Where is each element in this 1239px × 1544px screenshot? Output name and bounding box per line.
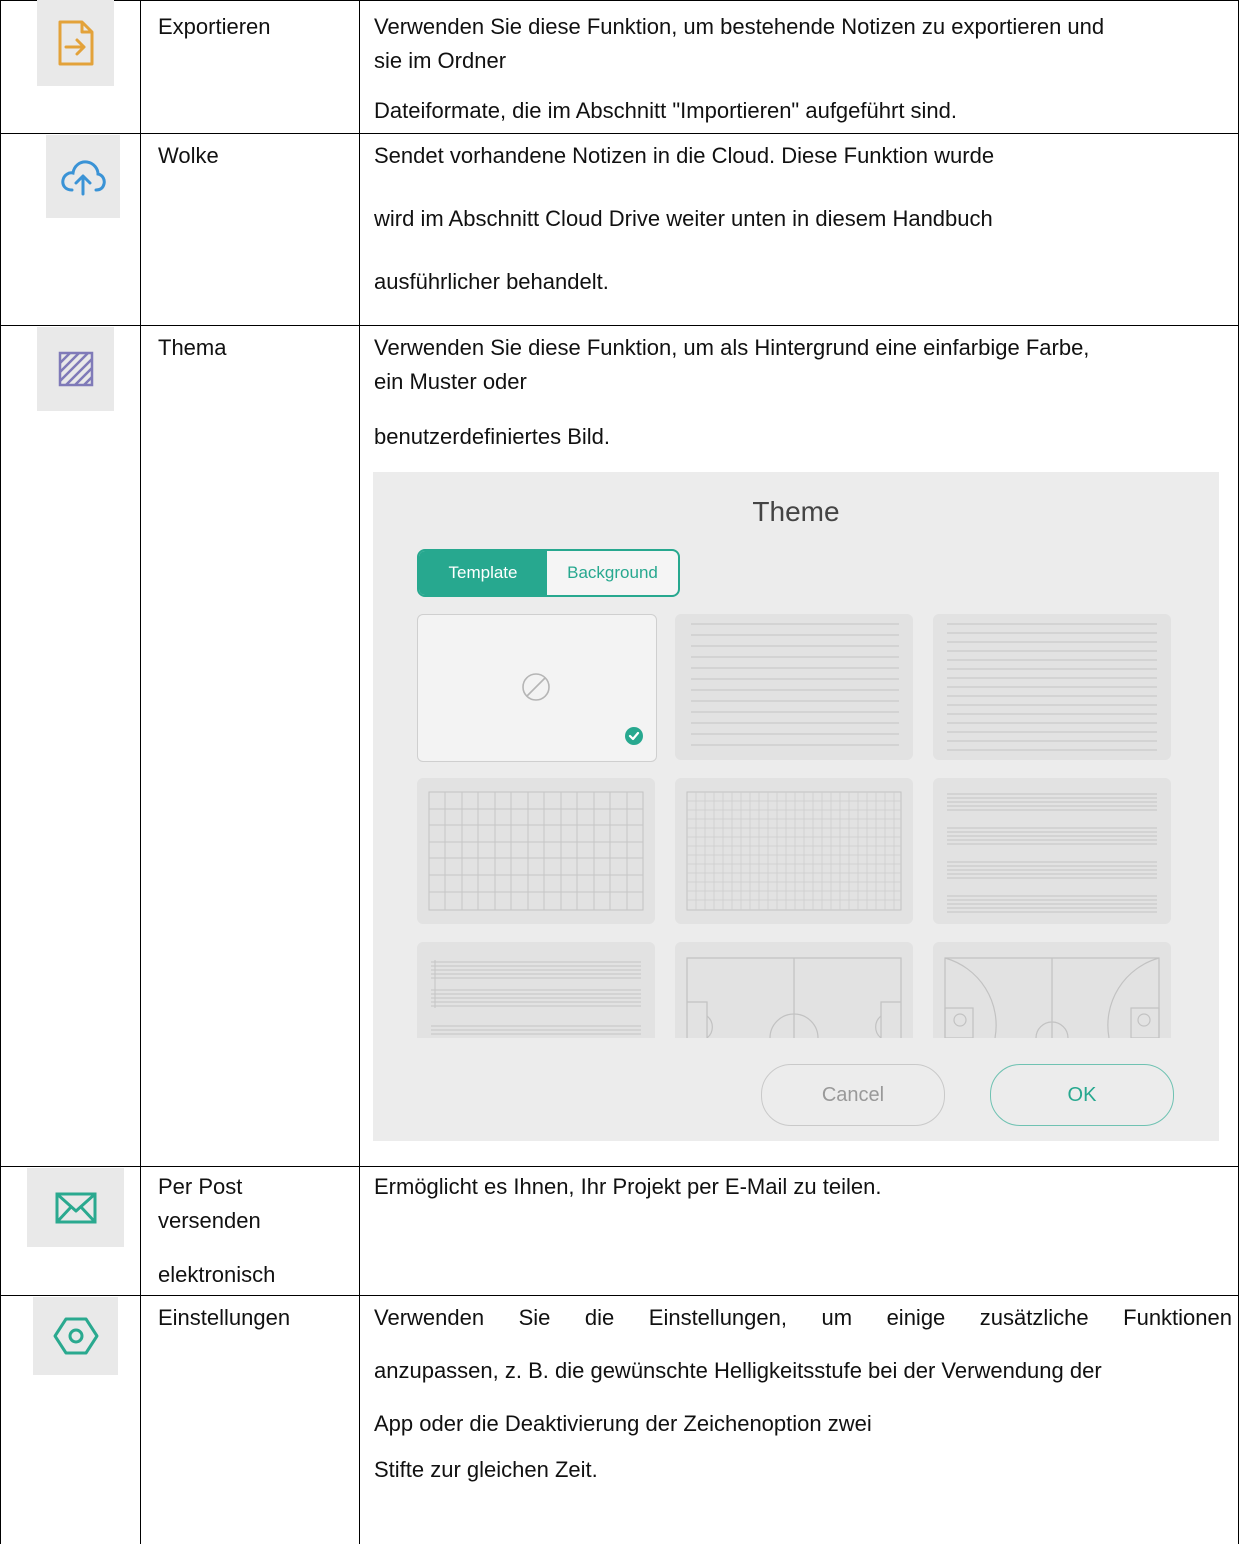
table-divider-name — [140, 0, 141, 1544]
table-border-top — [0, 0, 1239, 1]
desc-line: App oder die Deaktivierung der Zeichenop… — [374, 1411, 872, 1436]
name-line: Per Post — [158, 1174, 243, 1199]
theme-dialog: Theme Template Background Cancel OK — [373, 472, 1219, 1141]
tab-template[interactable]: Template — [419, 551, 547, 595]
desc-line: Dateiformate, die im Abschnitt "Importie… — [374, 98, 958, 123]
row-name-mail: Per Post versenden elektronisch — [158, 1170, 275, 1292]
template-tile-grid[interactable] — [417, 778, 655, 924]
row-name-export: Exportieren — [158, 10, 271, 44]
name-line: Exportieren — [158, 14, 271, 39]
desc-line: Ermöglicht es Ihnen, Ihr Projekt per E-M… — [374, 1174, 882, 1199]
tab-background[interactable]: Background — [547, 551, 678, 595]
row-separator — [0, 1166, 1239, 1167]
row-desc-theme: Verwenden Sie diese Funktion, um als Hin… — [374, 331, 1232, 454]
name-line: elektronisch — [158, 1262, 276, 1287]
row-separator — [0, 133, 1239, 134]
desc-line: Stifte zur gleichen Zeit. — [374, 1457, 598, 1482]
name-line: Einstellungen — [158, 1305, 291, 1330]
ok-button[interactable]: OK — [990, 1064, 1174, 1126]
desc-line: benutzerdefiniertes Bild. — [374, 424, 611, 449]
cloud-upload-icon — [46, 135, 120, 218]
row-desc-export: Verwenden Sie diese Funktion, um bestehe… — [374, 10, 1232, 128]
selected-check-icon — [625, 727, 643, 745]
name-line: versenden — [158, 1208, 261, 1233]
row-desc-settings: Verwenden Sie die Einstellungen, um eini… — [374, 1301, 1232, 1487]
settings-hexagon-icon — [33, 1297, 118, 1375]
row-separator — [0, 325, 1239, 326]
template-tile-lined[interactable] — [675, 614, 913, 760]
table-border-left — [0, 0, 1, 1544]
desc-line: ausführlicher behandelt. — [374, 269, 609, 294]
row-name-settings: Einstellungen — [158, 1301, 290, 1335]
template-tile-fine-grid[interactable] — [675, 778, 913, 924]
row-name-theme: Thema — [158, 331, 226, 365]
template-tile-blank[interactable] — [417, 614, 657, 762]
desc-line: ein Muster oder — [374, 369, 527, 394]
template-tile-lined-dense[interactable] — [933, 614, 1171, 760]
dialog-title: Theme — [752, 496, 840, 527]
template-tile-music[interactable] — [417, 942, 655, 1038]
desc-line: Verwenden Sie diese Funktion, um bestehe… — [374, 14, 1105, 39]
desc-line: anzupassen, z. B. die gewünschte Helligk… — [374, 1358, 1102, 1383]
desc-line: wird im Abschnitt Cloud Drive weiter unt… — [374, 206, 993, 231]
row-desc-mail: Ermöglicht es Ihnen, Ihr Projekt per E-M… — [374, 1170, 1232, 1204]
theme-pattern-icon — [37, 327, 114, 411]
name-line: Wolke — [158, 143, 219, 168]
template-tile-staff[interactable] — [933, 778, 1171, 924]
desc-line: Sendet vorhandene Notizen in die Cloud. … — [374, 143, 995, 168]
tab-switch: Template Background — [417, 549, 680, 597]
cancel-button[interactable]: Cancel — [761, 1064, 945, 1126]
name-line: Thema — [158, 335, 227, 360]
export-file-icon — [37, 0, 114, 86]
row-name-cloud: Wolke — [158, 139, 219, 173]
row-separator — [0, 1295, 1239, 1296]
mail-icon — [27, 1168, 124, 1247]
desc-line: Verwenden Sie die Einstellungen, um eini… — [374, 1305, 1232, 1330]
template-tile-football-field[interactable] — [675, 942, 913, 1038]
desc-line: sie im Ordner — [374, 48, 507, 73]
template-tile-basketball-court[interactable] — [933, 942, 1171, 1038]
desc-line: Verwenden Sie diese Funktion, um als Hin… — [374, 335, 1090, 360]
row-desc-cloud: Sendet vorhandene Notizen in die Cloud. … — [374, 139, 1232, 299]
table-divider-desc — [359, 0, 360, 1544]
